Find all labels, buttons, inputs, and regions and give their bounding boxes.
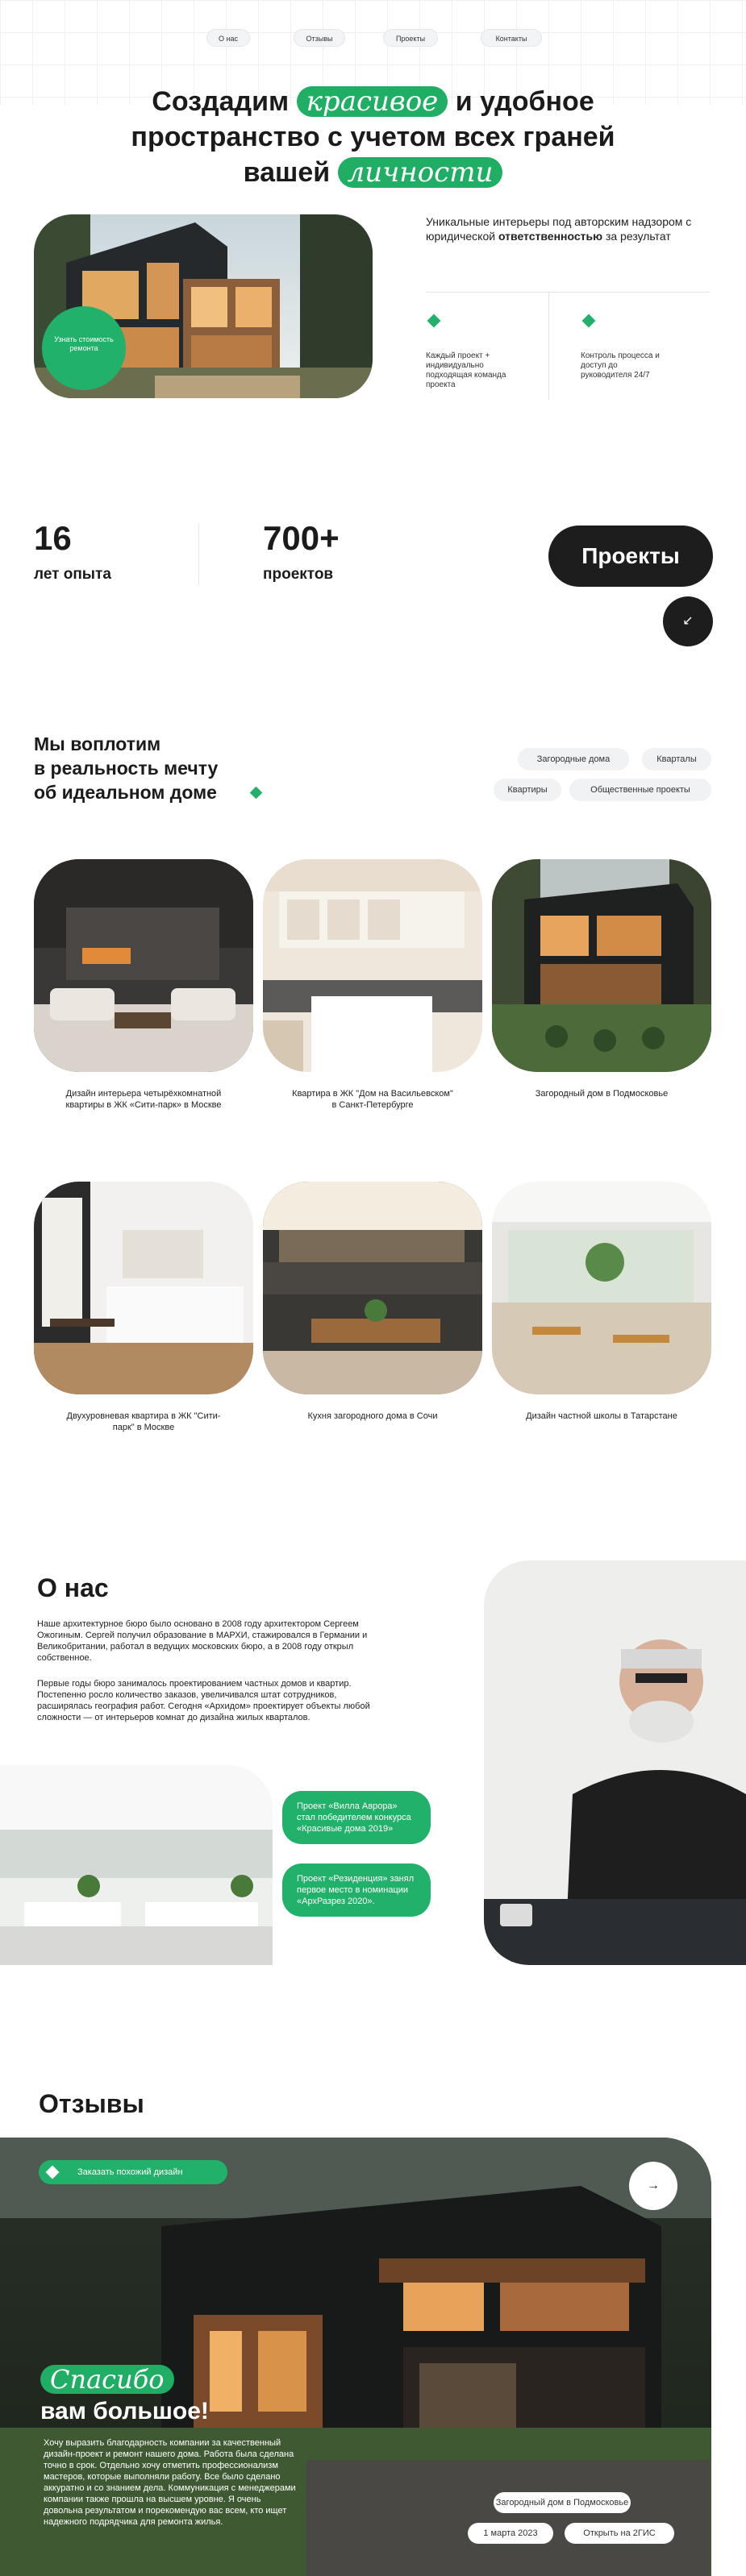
hero-highlight-2: личности <box>337 157 503 188</box>
project-card-image[interactable] <box>492 859 711 1072</box>
feature-team: Каждый проект + индивидуально подходящая… <box>426 351 506 389</box>
nav-projects[interactable]: Проекты <box>383 29 438 47</box>
order-similar-button[interactable]: Заказать похожий дизайн <box>39 2160 227 2184</box>
project-card-image[interactable] <box>34 1182 253 1394</box>
review-text: Хочу выразить благодарность компании за … <box>44 2438 296 2527</box>
next-review-button[interactable]: → <box>629 2162 677 2210</box>
nav-contacts[interactable]: Контакты <box>481 29 542 47</box>
filter-apartments[interactable]: Квартиры <box>494 779 561 801</box>
hero-line1-a: Создадим <box>152 86 290 117</box>
divider <box>426 292 710 293</box>
projects-number: 700+ <box>263 519 340 557</box>
arrow-right-icon: → <box>647 2179 660 2192</box>
project-caption: Кухня загородного дома в Сочи <box>307 1411 438 1421</box>
project-caption: Загородный дом в Подмосковье <box>535 1089 669 1099</box>
project-card-image[interactable] <box>492 1182 711 1394</box>
portfolio-title-line3: об идеальном доме <box>34 782 217 803</box>
hero-line3-a: вашей <box>243 157 331 188</box>
hero-line1-b: и удобное <box>455 86 594 117</box>
projects-label: проектов <box>263 566 334 583</box>
filter-public[interactable]: Общественные проекты <box>569 779 711 801</box>
hero-line2: пространство с учетом всех граней <box>131 122 615 152</box>
project-card-image[interactable] <box>263 859 482 1072</box>
years-label: лет опыта <box>34 566 111 583</box>
portfolio-title: Мы воплотим в реальность мечту об идеаль… <box>34 732 218 804</box>
project-caption: Дизайн интерьера четырёхкомнатной кварти… <box>65 1089 222 1110</box>
review-date: 1 марта 2023 <box>468 2523 553 2544</box>
filter-quarters[interactable]: Кварталы <box>642 748 711 771</box>
cost-cta-badge[interactable]: Узнать стоимость ремонта <box>42 306 126 390</box>
hero-title: Создадим красивое и удобное пространство… <box>48 84 698 190</box>
portfolio-title-line1: Мы воплотим <box>34 733 161 754</box>
portfolio-title-line2: в реальность мечту <box>34 758 219 779</box>
projects-button[interactable]: Проекты <box>548 526 713 587</box>
project-caption: Квартира в ЖК "Дом на Васильевском" в Са… <box>292 1089 453 1110</box>
reviews-title: Отзывы <box>39 2089 144 2118</box>
project-card-image[interactable] <box>263 1182 482 1394</box>
years-number: 16 <box>34 519 72 557</box>
open-2gis-link[interactable]: Открыть на 2ГИС <box>565 2523 674 2544</box>
project-caption: Дизайн частной школы в Татарстане <box>526 1411 677 1421</box>
filter-country-houses[interactable]: Загородные дома <box>518 748 629 771</box>
thanks-highlight: Спасибо <box>40 2365 174 2394</box>
award-bubble: Проект «Резиденция» занял первое место в… <box>282 1863 431 1917</box>
founder-portrait <box>484 1560 746 1965</box>
about-paragraph-1: Наше архитектурное бюро было основано в … <box>37 1619 368 1663</box>
stats-divider <box>198 524 199 585</box>
project-tag[interactable]: Загородный дом в Подмосковье <box>494 2492 631 2513</box>
project-card-image[interactable] <box>34 859 253 1072</box>
hero-tagline: Уникальные интерьеры под авторским надзо… <box>426 214 692 243</box>
nav-reviews[interactable]: Отзывы <box>294 29 345 47</box>
diamond-icon <box>249 786 263 800</box>
diamond-icon <box>581 314 596 328</box>
tagline-part2: за результат <box>605 230 671 243</box>
office-image <box>0 1765 273 1965</box>
arrow-down-left-icon[interactable]: ↙ <box>663 596 713 646</box>
divider-vertical <box>548 292 549 400</box>
feature-control: Контроль процесса и доступ до руководите… <box>581 351 660 380</box>
thanks-heading: Спасибо вам большое! <box>40 2365 209 2427</box>
award-bubble: Проект «Вилла Аврора» стал победителем к… <box>282 1791 431 1844</box>
diamond-icon <box>427 314 441 328</box>
thanks-rest: вам большое! <box>40 2398 209 2424</box>
project-caption: Двухуровневая квартира в ЖК "Сити-парк" … <box>66 1411 221 1432</box>
tagline-bold: ответственностью <box>498 230 603 243</box>
about-paragraph-2: Первые годы бюро занималось проектирован… <box>37 1679 370 1722</box>
nav-about[interactable]: О нас <box>206 29 250 47</box>
hero-highlight-1: красивое <box>296 86 448 117</box>
order-similar-label: Заказать похожий дизайн <box>77 2167 183 2177</box>
about-title: О нас <box>37 1573 109 1602</box>
